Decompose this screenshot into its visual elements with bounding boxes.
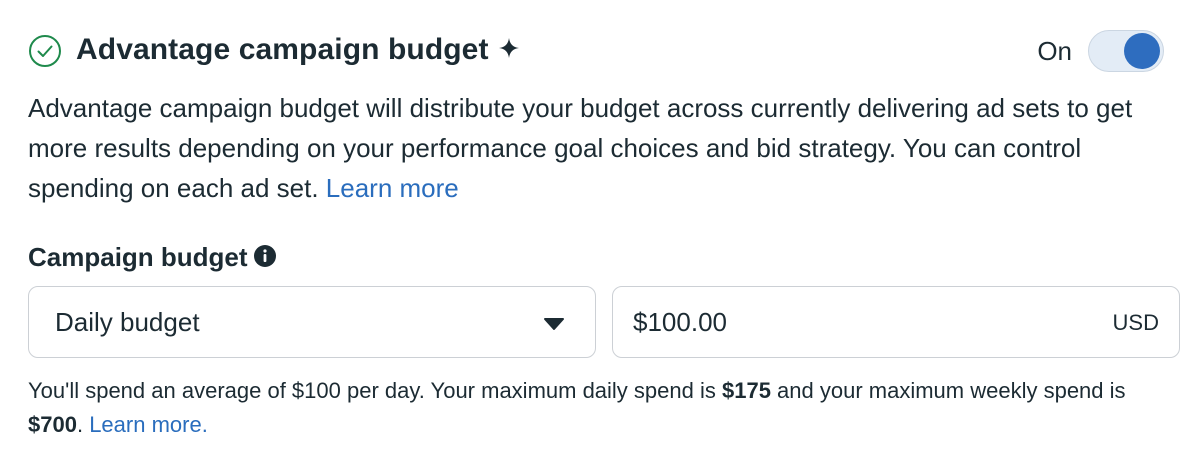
info-icon[interactable] — [253, 245, 276, 268]
daily-max-spend: $175 — [721, 378, 771, 403]
toggle-label: On — [1037, 36, 1072, 66]
help-learn-more-link[interactable]: Learn more. — [89, 412, 208, 437]
learn-more-link[interactable]: Learn more — [326, 173, 459, 203]
description-text: Advantage campaign budget will distribut… — [28, 93, 1133, 203]
campaign-budget-label-text: Campaign budget — [28, 242, 248, 272]
check-circle-icon — [29, 35, 61, 67]
sparkle-icon — [498, 38, 519, 59]
advantage-header: Advantage campaign budget On — [28, 28, 1164, 74]
section-title-text: Advantage campaign budget — [76, 33, 489, 66]
help-part3: . — [76, 412, 90, 437]
campaign-budget-label: Campaign budget — [28, 242, 276, 273]
caret-down-icon — [544, 318, 564, 330]
budget-amount-value: $100.00 — [633, 307, 727, 337]
advantage-toggle[interactable] — [1088, 30, 1164, 72]
weekly-max-spend: $700 — [28, 412, 77, 437]
budget-help-text: You'll spend an average of $100 per day.… — [28, 374, 1168, 442]
budget-type-value: Daily budget — [55, 307, 200, 337]
budget-amount-input[interactable]: $100.00 USD — [612, 286, 1180, 358]
help-part2: and your maximum weekly spend is — [770, 378, 1126, 403]
toggle-knob[interactable] — [1124, 33, 1160, 69]
description: Advantage campaign budget will distribut… — [28, 88, 1168, 208]
section-title: Advantage campaign budget — [76, 33, 519, 67]
help-part1: You'll spend an average of $100 per day.… — [28, 378, 722, 403]
currency-label: USD — [1112, 310, 1159, 335]
budget-type-select[interactable]: Daily budget — [28, 286, 596, 358]
